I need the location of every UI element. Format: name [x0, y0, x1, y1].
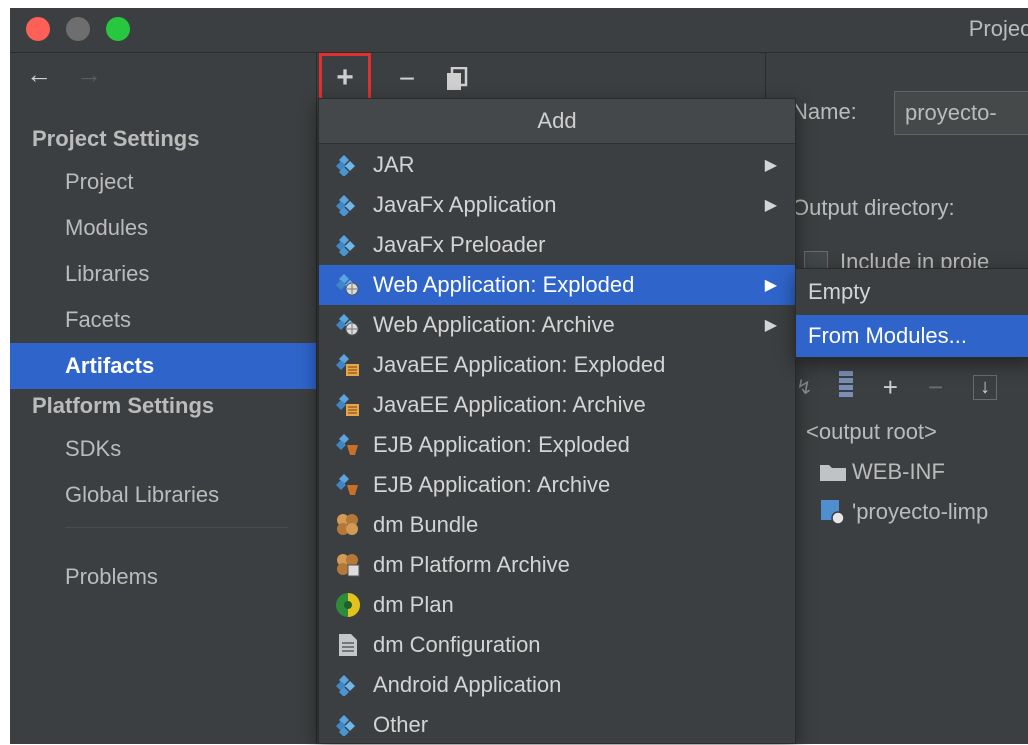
- module-label: 'proyecto-limp: [852, 499, 989, 524]
- platform-settings-heading: Platform Settings: [32, 393, 215, 418]
- menu-item-label: EJB Application: Exploded: [373, 432, 630, 457]
- window-title: Project S: [968, 16, 1028, 41]
- submenu-arrow-icon: ▶: [764, 317, 777, 334]
- sidebar-item-modules[interactable]: Modules: [10, 205, 316, 251]
- add-menu-item-javaee-application-exploded[interactable]: JavaEE Application: Exploded: [319, 345, 795, 385]
- menu-item-label: Web Application: Archive: [373, 312, 615, 337]
- add-menu-item-dm-bundle[interactable]: dm Bundle: [319, 505, 795, 545]
- add-menu-item-ejb-application-archive[interactable]: EJB Application: Archive: [319, 465, 795, 505]
- document-icon: [333, 633, 363, 657]
- menu-item-label: dm Configuration: [373, 632, 541, 657]
- add-menu-item-javafx-preloader[interactable]: JavaFx Preloader: [319, 225, 795, 265]
- add-menu-item-javaee-application-archive[interactable]: JavaEE Application: Archive: [319, 385, 795, 425]
- sidebar-item-problems[interactable]: Problems: [10, 554, 316, 600]
- folder-icon: [820, 465, 846, 481]
- add-menu-item-ejb-application-exploded[interactable]: EJB Application: Exploded: [319, 425, 795, 465]
- sidebar-item-sdks[interactable]: SDKs: [10, 426, 316, 472]
- sidebar-item-project[interactable]: Project: [10, 159, 316, 205]
- artifact-icon: [333, 713, 363, 737]
- copy-icon: [447, 67, 468, 90]
- dm-bundle-icon: [333, 513, 363, 537]
- sidebar-item-global-libraries[interactable]: Global Libraries: [10, 472, 316, 518]
- submenu-arrow-icon: ▶: [764, 197, 777, 214]
- extract-icon[interactable]: ↯: [796, 375, 813, 400]
- submenu-arrow-icon: ▶: [764, 277, 777, 294]
- remove-artifact-button[interactable]: −: [385, 59, 429, 99]
- name-label: Name:: [792, 99, 857, 124]
- sidebar: ← → Project Settings Project Modules Lib…: [10, 53, 317, 744]
- add-menu-item-dm-configuration[interactable]: dm Configuration: [319, 625, 795, 665]
- web-inf-label: WEB-INF: [852, 459, 945, 484]
- add-menu-item-dm-platform-archive[interactable]: dm Platform Archive: [319, 545, 795, 585]
- add-menu-item-web-application-exploded[interactable]: Web Application: Exploded ▶: [319, 265, 795, 305]
- web-app-icon: [333, 313, 363, 337]
- menu-item-label: dm Plan: [373, 592, 454, 617]
- zoom-window-icon[interactable]: [106, 17, 130, 41]
- add-menu-item-other[interactable]: Other: [319, 705, 795, 745]
- add-menu-item-android-application[interactable]: Android Application: [319, 665, 795, 705]
- tree-node-output-root[interactable]: <output root>: [806, 419, 937, 445]
- remove-element-icon[interactable]: −: [928, 372, 943, 403]
- menu-item-label: JavaFx Application: [373, 192, 557, 217]
- menu-item-label: JAR: [373, 152, 415, 177]
- sidebar-item-libraries[interactable]: Libraries: [10, 251, 316, 297]
- artifact-icon: [333, 673, 363, 697]
- dm-platform-icon: [333, 553, 363, 577]
- submenu-arrow-icon: ▶: [764, 157, 777, 174]
- menu-item-label: Other: [373, 712, 429, 737]
- add-artifact-button[interactable]: +: [319, 53, 371, 103]
- module-icon: [821, 500, 845, 525]
- menu-item-label: Web Application: Exploded: [373, 272, 635, 297]
- add-menu-item-dm-plan[interactable]: dm Plan: [319, 585, 795, 625]
- add-menu-item-javafx-application[interactable]: JavaFx Application ▶: [319, 185, 795, 225]
- close-window-icon[interactable]: [26, 17, 50, 41]
- javaee-icon: [333, 393, 363, 417]
- output-root-label: <output root>: [806, 419, 937, 444]
- tree-node-module[interactable]: 'proyecto-limp: [820, 499, 988, 525]
- submenu-item-from-modules[interactable]: From Modules...: [796, 315, 1028, 357]
- add-menu-header: Add: [319, 99, 795, 144]
- tree-node-web-inf[interactable]: WEB-INF: [820, 459, 945, 485]
- artifact-icon: [333, 153, 363, 177]
- title-bar: Project S: [10, 8, 1028, 53]
- copy-artifact-button[interactable]: [435, 59, 479, 99]
- sidebar-divider: [65, 527, 288, 528]
- submenu-item-empty[interactable]: Empty: [796, 271, 1028, 313]
- web-app-icon: [333, 273, 363, 297]
- web-app-exploded-submenu: Empty From Modules...: [795, 268, 1028, 358]
- layout-toolbar: ↯ + − ↓: [796, 371, 998, 403]
- menu-item-label: JavaFx Preloader: [373, 232, 546, 257]
- sidebar-item-artifacts[interactable]: Artifacts: [10, 343, 316, 389]
- menu-item-label: dm Bundle: [373, 512, 479, 537]
- artifact-settings-panel: Name: proyecto- Output directory: Includ…: [766, 53, 1028, 744]
- add-menu-item-jar[interactable]: JAR ▶: [319, 145, 795, 185]
- ejb-icon: [333, 433, 363, 457]
- project-settings-heading: Project Settings: [32, 126, 200, 151]
- add-element-icon[interactable]: +: [883, 372, 898, 403]
- back-arrow-icon[interactable]: ←: [26, 61, 52, 87]
- minimize-window-icon[interactable]: [66, 17, 90, 41]
- menu-item-label: JavaEE Application: Archive: [373, 392, 646, 417]
- forward-arrow-icon[interactable]: →: [76, 61, 102, 87]
- menu-item-label: dm Platform Archive: [373, 552, 570, 577]
- add-menu-item-web-application-archive[interactable]: Web Application: Archive ▶: [319, 305, 795, 345]
- artifact-icon: [333, 233, 363, 257]
- artifact-icon: [333, 193, 363, 217]
- ejb-icon: [333, 473, 363, 497]
- artifact-name-input[interactable]: proyecto-: [894, 91, 1028, 135]
- dm-plan-icon: [333, 593, 363, 617]
- sidebar-item-facets[interactable]: Facets: [10, 297, 316, 343]
- add-artifact-menu: Add JAR ▶ JavaFx Application ▶ JavaFx Preloa…: [318, 98, 796, 744]
- menu-item-label: JavaEE Application: Exploded: [373, 352, 666, 377]
- sort-icon[interactable]: ↓: [973, 374, 998, 400]
- javaee-icon: [333, 353, 363, 377]
- menu-item-label: Android Application: [373, 672, 562, 697]
- archive-icon[interactable]: [838, 371, 853, 403]
- output-directory-label: Output directory:: [792, 195, 955, 220]
- menu-item-label: EJB Application: Archive: [373, 472, 611, 497]
